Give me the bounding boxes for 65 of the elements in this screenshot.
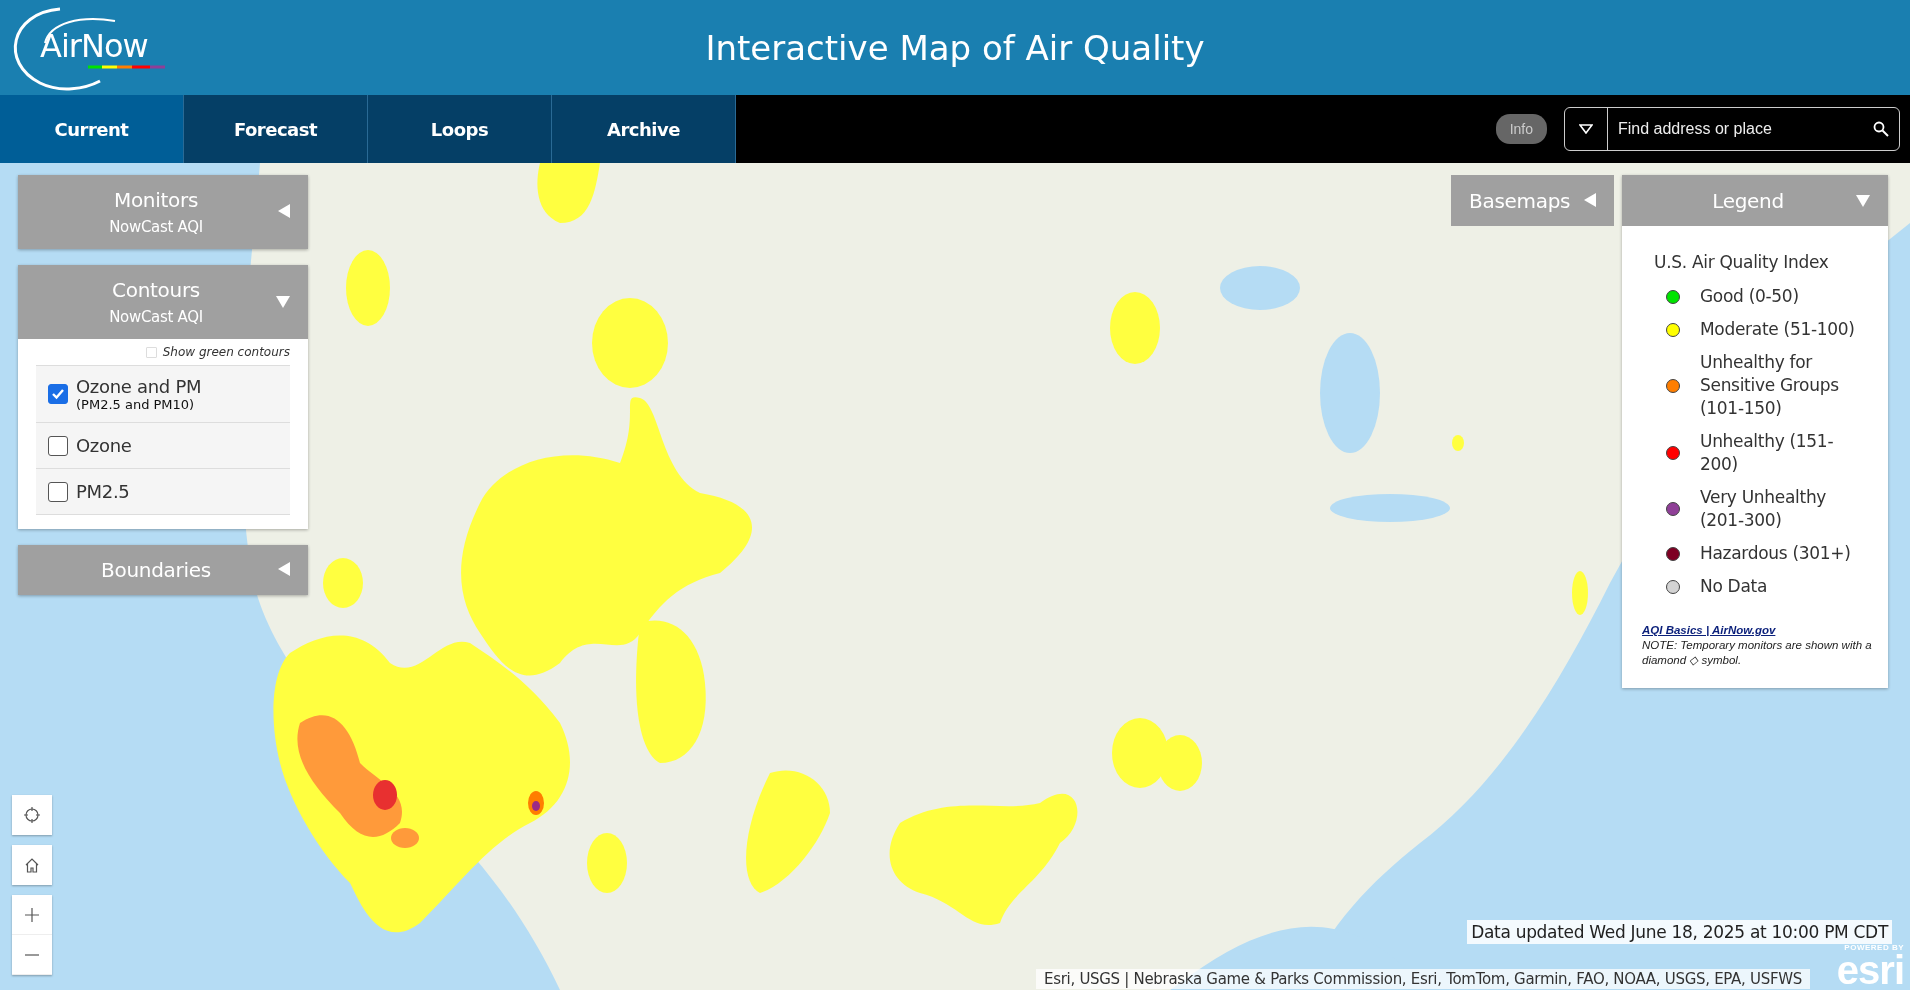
panel-title: Contours (112, 278, 200, 302)
expand-arrow-icon[interactable] (276, 562, 290, 578)
locate-button[interactable] (12, 795, 52, 835)
collapse-arrow-icon[interactable] (1856, 192, 1870, 209)
panel-subtitle: NowCast AQI (109, 218, 203, 236)
map-attribution: Esri, USGS | Nebraska Game & Parks Commission, Esri, TomTom, Garmin, FAO, NOAA, USGS, EPA, USFWS (1036, 969, 1810, 989)
legend-heading: U.S. Air Quality Index (1654, 252, 1830, 272)
powered-by-text: POWERED BY (1844, 943, 1904, 952)
page-title: Interactive Map of Air Quality (704, 27, 1206, 68)
nav-tab[interactable]: Archive (552, 95, 736, 163)
checkbox[interactable] (48, 435, 68, 456)
legend-header[interactable]: Legend (1622, 175, 1888, 226)
legend-label: Moderate (51-100) (1700, 318, 1856, 341)
search-field[interactable]: Find address or place (1564, 107, 1900, 151)
legend-label: Hazardous (301+) (1700, 542, 1852, 565)
panel-header[interactable]: Boundaries (18, 545, 308, 595)
air-quality-contour (1112, 718, 1168, 788)
data-updated-text: Data updated Wed June 18, 2025 at 10:00 PM CDT (1467, 920, 1892, 944)
search-icon[interactable] (1873, 121, 1889, 137)
air-quality-contour (1452, 435, 1464, 451)
checkbox[interactable] (48, 384, 68, 404)
expand-arrow-icon[interactable] (1582, 192, 1596, 209)
locate-icon (23, 806, 41, 824)
airnow-logo[interactable]: AirNow (0, 2, 175, 93)
legend-label: Good (0-50) (1700, 285, 1800, 308)
checkbox[interactable] (48, 481, 68, 502)
legend-label: Unhealthy (151-200) (1700, 430, 1835, 476)
air-quality-contour (1572, 571, 1588, 615)
legend-label: No Data (1700, 575, 1768, 598)
panel-title: Monitors (113, 188, 198, 212)
air-quality-contour (323, 558, 363, 608)
option-label: Ozone and PM (76, 376, 202, 397)
collapse-arrow-icon[interactable] (276, 294, 290, 310)
checkmark-icon (51, 388, 65, 400)
panel-header[interactable]: Monitors NowCast AQI (18, 175, 308, 249)
search-input[interactable]: Find address or place (1608, 120, 1863, 138)
nav-tab[interactable]: Forecast (184, 95, 368, 163)
home-button[interactable] (12, 845, 52, 885)
legend-label: Very Unhealthy (201-300) (1700, 486, 1828, 532)
aqi-basics-link[interactable]: AQI Basics | AirNow.gov (1642, 623, 1776, 638)
legend-note: NOTE: Temporary monitors are shown with a diamond ◇ symbol. (1642, 638, 1873, 668)
air-quality-contour (1158, 735, 1202, 791)
info-button[interactable]: Info (1495, 114, 1547, 144)
zoom-out-icon (25, 953, 39, 956)
air-quality-contour (587, 833, 627, 893)
nav-tab[interactable]: Loops (368, 95, 552, 163)
dropdown-caret-icon[interactable] (1579, 124, 1593, 134)
panel-title: Boundaries (101, 558, 211, 582)
air-quality-contour (1110, 292, 1160, 364)
home-icon (23, 856, 41, 874)
option-label: Ozone (76, 435, 132, 456)
esri-logo: esri (1836, 952, 1904, 988)
basemaps-button[interactable]: Basemaps (1451, 175, 1614, 226)
legend-label: Unhealthy for Sensitive Groups (101-150) (1700, 351, 1840, 420)
panel-header[interactable]: Contours NowCast AQI (18, 265, 308, 339)
air-quality-contour (537, 163, 600, 223)
checkbox-label: Show green contours (162, 345, 290, 359)
legend-title: Legend (1711, 188, 1785, 213)
option-note: (PM2.5 and PM10) (76, 397, 196, 412)
zoom-in-button[interactable] (12, 895, 52, 935)
expand-arrow-icon[interactable] (276, 204, 290, 220)
zoom-in-icon (23, 905, 41, 924)
nav-tab[interactable]: Current (0, 95, 184, 163)
option-label: PM2.5 (76, 481, 130, 502)
panel-subtitle: NowCast AQI (109, 308, 203, 326)
